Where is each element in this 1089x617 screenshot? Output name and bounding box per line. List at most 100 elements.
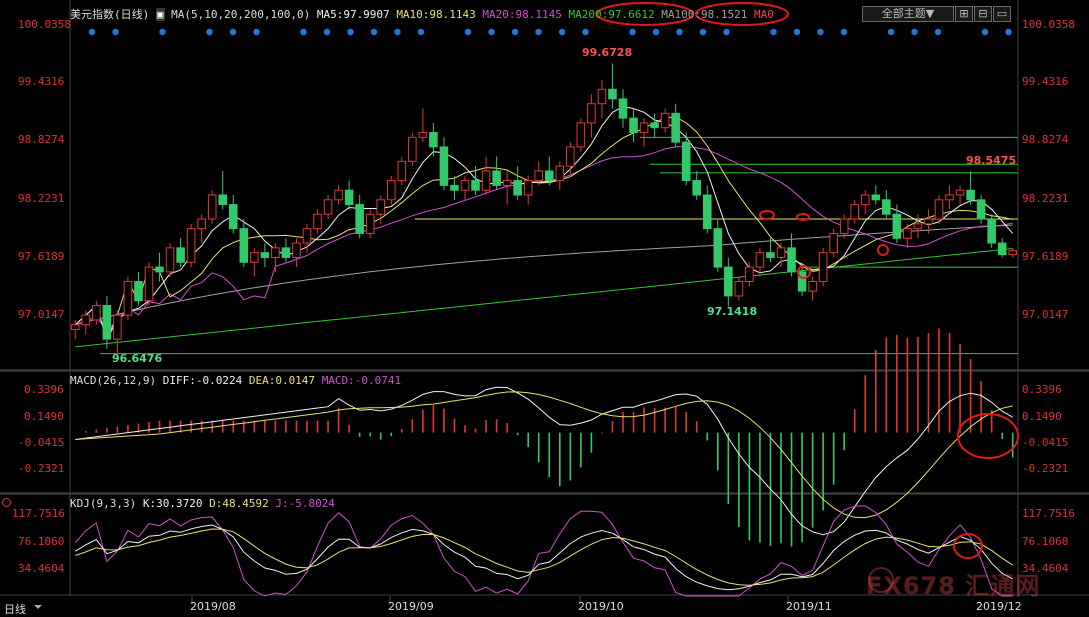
left-low-annotation: 96.6476 (112, 352, 163, 365)
theme-dropdown[interactable]: 全部主题▼ (862, 6, 954, 22)
macd-legend: MACD(26,12,9) DIFF:-0.0224 DEA:0.0147 MA… (70, 374, 401, 387)
kdj-d: D:48.4592 (209, 497, 269, 510)
ma100-value: MA100:98.1521 (661, 8, 748, 21)
main-legend: 美元指数(日线) ▣ MA(5,10,20,200,100,0) MA5:97.… (70, 6, 774, 22)
candle-body (144, 266, 154, 302)
event-dot (511, 28, 519, 36)
candle-body (576, 122, 586, 148)
event-dot (699, 28, 707, 36)
event-dot (394, 28, 401, 36)
date-label-oct: 2019/10 (578, 600, 624, 613)
macd-diff: DIFF:-0.0224 (162, 374, 243, 387)
candle-body (882, 199, 891, 215)
candle-body (955, 189, 965, 196)
candle-body (766, 252, 775, 258)
event-dot (840, 28, 848, 36)
candle-body (271, 247, 280, 258)
candle-body (502, 180, 512, 186)
macd-axis-left-4: -0.2321 (18, 462, 65, 475)
candle-body (597, 88, 607, 105)
period-selector[interactable]: 日线 (4, 601, 42, 617)
ma100-line (75, 224, 1013, 326)
event-dot (417, 28, 425, 36)
event-dot (464, 28, 472, 36)
candle-body (976, 199, 986, 220)
kdj-params: KDJ(9,3,3) (70, 497, 137, 510)
event-dot (582, 28, 589, 36)
candle-body (997, 242, 1007, 256)
price-axis-left-1: 100.0358 (18, 18, 71, 31)
event-dot (535, 28, 542, 36)
candle-body (692, 180, 702, 196)
macd-axis-left-3: -0.0415 (18, 436, 65, 449)
candle-body (534, 170, 544, 182)
candle-body (724, 266, 733, 297)
price-axis-left-2: 99.4316 (18, 75, 65, 88)
candle-body (544, 170, 554, 182)
candle-body (397, 160, 407, 182)
event-dot (723, 28, 730, 36)
candle-body (102, 305, 112, 340)
event-dot (229, 28, 237, 36)
candle-body (281, 247, 291, 258)
candle-body (113, 314, 122, 340)
legend-icon[interactable]: ▣ (155, 8, 165, 21)
candle-body (523, 180, 533, 196)
candle-body (650, 122, 659, 129)
ma-params: MA(5,10,20,200,100,0) (171, 8, 311, 21)
date-label-sep: 2019/09 (388, 600, 434, 613)
high-annotation: 99.6728 (582, 46, 633, 59)
event-dot (558, 28, 566, 36)
candle-body (70, 324, 80, 331)
candle-body (787, 247, 796, 273)
candle-body (207, 194, 217, 220)
instrument-title: 美元指数(日线) (70, 8, 150, 21)
candle-body (302, 228, 312, 244)
event-dot (981, 28, 989, 36)
chart-canvas[interactable] (0, 0, 1089, 616)
chart-grid (0, 0, 1089, 604)
candle-body (165, 247, 175, 273)
candle-body (292, 242, 301, 258)
candle-body (92, 305, 101, 321)
candle-body (176, 247, 185, 263)
macd-axis-right-4: -0.2321 (1022, 462, 1069, 475)
event-dot (676, 28, 683, 36)
event-dot (770, 28, 777, 36)
candle-body (566, 146, 575, 167)
candle-body (323, 199, 333, 215)
candle-body (218, 194, 228, 206)
price-axis-left-6: 97.0147 (18, 308, 65, 321)
candle-body (134, 281, 143, 302)
event-dot (911, 28, 918, 36)
candle-body (587, 103, 596, 124)
macd-axis-left-1: 0.3396 (24, 383, 64, 396)
grid-view-icon[interactable]: ⊞ (955, 6, 973, 22)
candle-body (839, 218, 849, 234)
event-dot (817, 28, 824, 36)
event-dot (112, 28, 119, 36)
candle-body (418, 132, 428, 138)
settings-icon[interactable]: ⊟ (974, 6, 992, 22)
price-axis-left-4: 98.2231 (18, 192, 65, 205)
candle-body (629, 117, 638, 134)
macd-axis-right-1: 0.3396 (1022, 383, 1062, 396)
minimize-icon[interactable]: ▭ (993, 6, 1011, 22)
price-axis-right-3: 98.8274 (1022, 133, 1069, 146)
candle-body (734, 281, 744, 297)
candle-body (892, 213, 902, 239)
ma200-value: MA200:97.6612 (568, 8, 655, 21)
candle-body (702, 194, 712, 230)
kdj-axis-left-1: 117.7516 (12, 507, 65, 520)
event-dot (488, 28, 495, 36)
candle-body (450, 184, 459, 191)
candle-body (945, 194, 954, 201)
ma20-value: MA20:98.1145 (482, 8, 562, 21)
candle-body (608, 88, 617, 100)
candle-body (913, 223, 923, 230)
candle-body (639, 122, 649, 134)
event-dot (88, 28, 96, 36)
price-axis-right-2: 99.4316 (1022, 75, 1069, 88)
pane-marker-icon[interactable] (2, 498, 11, 507)
candle-body (924, 218, 933, 225)
